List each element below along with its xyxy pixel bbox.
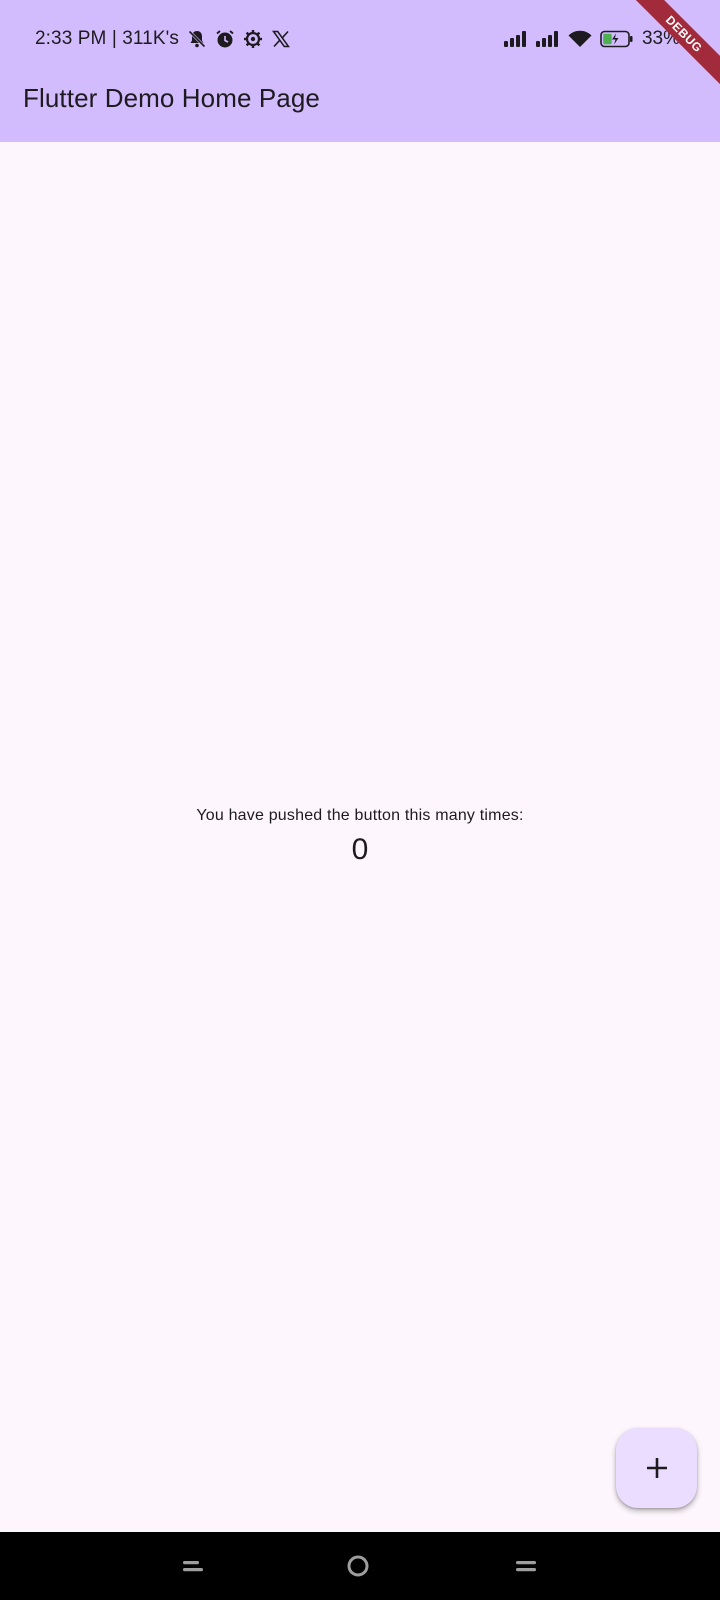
status-bar: 2:33 PM | 311K's 33% <box>0 0 720 80</box>
back-icon <box>514 1558 538 1574</box>
battery-charging-icon <box>600 30 634 48</box>
counter-value: 0 <box>351 833 369 866</box>
settings-icon <box>243 29 263 49</box>
status-right: 33% <box>503 26 680 52</box>
plus-icon <box>644 1455 670 1481</box>
signal-icon <box>503 31 528 47</box>
battery-percent: 33% <box>641 28 680 49</box>
back-button[interactable] <box>504 1544 548 1588</box>
system-nav-bar <box>0 1532 720 1600</box>
recents-button[interactable] <box>171 1544 215 1588</box>
increment-button[interactable] <box>616 1428 697 1508</box>
status-left: 2:33 PM | 311K's <box>35 26 291 52</box>
counter-area: You have pushed the button this many tim… <box>0 804 720 870</box>
alarm-icon <box>215 29 235 49</box>
counter-caption: You have pushed the button this many tim… <box>196 807 524 824</box>
wifi-icon <box>568 30 592 48</box>
x-logo-icon <box>271 29 291 49</box>
home-button[interactable] <box>336 1544 380 1588</box>
signal-icon <box>535 31 560 47</box>
app-bar: 2:33 PM | 311K's 33% Flutter Demo Home P… <box>0 0 720 142</box>
page-title: Flutter Demo Home Page <box>23 83 320 113</box>
mute-bell-icon <box>187 29 207 49</box>
app-screen: 2:33 PM | 311K's 33% Flutter Demo Home P… <box>0 0 720 1600</box>
home-icon <box>346 1554 370 1578</box>
recents-icon <box>181 1558 205 1574</box>
status-time: 2:33 PM | 311K's <box>35 28 179 49</box>
